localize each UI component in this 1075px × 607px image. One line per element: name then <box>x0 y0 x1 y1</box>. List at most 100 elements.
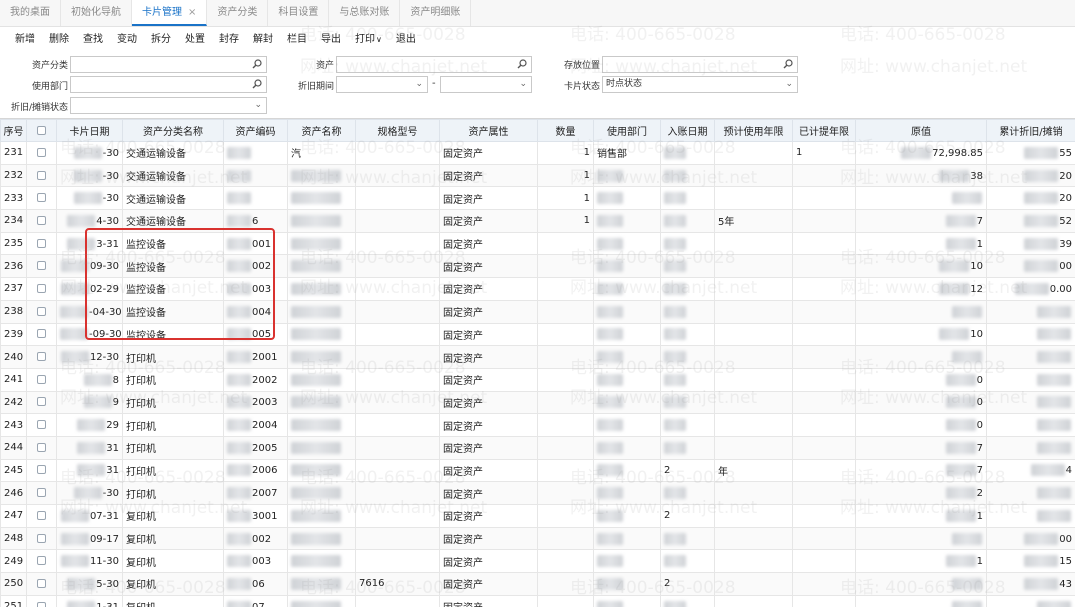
row-checkbox[interactable] <box>37 215 46 225</box>
table-row[interactable]: 241 8 打印机 2002 固定资产 0 <box>0 367 1075 392</box>
row-checkbox[interactable] <box>37 193 46 203</box>
row-checkbox[interactable] <box>37 283 46 293</box>
search-icon[interactable] <box>517 59 527 69</box>
column-header[interactable]: 使用部门 <box>593 119 661 142</box>
toolbar-button-10[interactable]: 打印∨ <box>348 30 389 50</box>
toolbar-button-1[interactable]: 删除 <box>42 30 76 50</box>
cell-category: 交通运输设备 <box>122 141 224 165</box>
row-checkbox[interactable] <box>37 238 46 248</box>
column-header[interactable]: 累计折旧/摊销 <box>986 119 1075 142</box>
table-row[interactable]: 237 02-29 监控设备 003 固定资产 12 0.00 <box>0 277 1075 301</box>
column-header[interactable]: 卡片日期 <box>56 119 123 142</box>
select-all-checkbox[interactable] <box>37 125 46 135</box>
select-all-checkbox-cell[interactable] <box>26 119 57 142</box>
toolbar-button-0[interactable]: 新增 <box>8 30 42 50</box>
row-checkbox[interactable] <box>37 578 46 588</box>
card-status-select[interactable]: 时点状态 ⌄ <box>602 76 798 93</box>
toolbar-button-6[interactable]: 封存 <box>212 30 246 50</box>
asset-field[interactable] <box>336 56 532 73</box>
asset-category-field[interactable] <box>70 56 267 73</box>
row-checkbox[interactable] <box>37 397 46 407</box>
table-row[interactable]: 233 -30 交通运输设备 固定资产 1 20 <box>0 186 1075 211</box>
row-checkbox[interactable] <box>37 170 46 180</box>
period-end-select[interactable]: ⌄ <box>440 76 532 93</box>
tab-4[interactable]: 科目设置 <box>268 0 330 26</box>
redacted-block <box>945 441 976 454</box>
search-icon[interactable] <box>783 59 793 69</box>
column-header[interactable]: 序号 <box>0 119 27 142</box>
column-header[interactable]: 资产属性 <box>439 119 538 142</box>
row-checkbox[interactable] <box>37 510 46 520</box>
department-field[interactable] <box>70 76 267 93</box>
tab-6[interactable]: 资产明细账 <box>400 0 472 26</box>
row-checkbox[interactable] <box>37 601 46 607</box>
column-header[interactable]: 数量 <box>537 119 594 142</box>
table-row[interactable]: 234 4-30 交通运输设备 6 固定资产 1 5年 7 52 <box>0 209 1075 233</box>
column-header[interactable]: 原值 <box>855 119 987 142</box>
toolbar-button-7[interactable]: 解封 <box>246 30 280 50</box>
row-checkbox[interactable] <box>37 488 46 498</box>
row-checkbox[interactable] <box>37 374 46 384</box>
table-row[interactable]: 248 09-17 复印机 002 固定资产 00 <box>0 526 1075 551</box>
column-header[interactable]: 入账日期 <box>660 119 715 142</box>
toolbar-button-9[interactable]: 导出 <box>314 30 348 50</box>
tab-3[interactable]: 资产分类 <box>207 0 269 26</box>
toolbar-button-3[interactable]: 变动 <box>110 30 144 50</box>
column-header[interactable]: 资产分类名称 <box>122 119 224 142</box>
row-checkbox[interactable] <box>37 147 46 157</box>
row-checkbox[interactable] <box>37 329 46 339</box>
row-checkbox[interactable] <box>37 556 46 566</box>
row-checkbox[interactable] <box>37 533 46 543</box>
row-checkbox[interactable] <box>37 261 46 271</box>
row-checkbox[interactable] <box>37 442 46 452</box>
tab-1[interactable]: 初始化导航 <box>61 0 132 26</box>
tab-2[interactable]: 卡片管理 × <box>132 0 208 26</box>
column-header[interactable]: 资产编码 <box>223 119 288 142</box>
row-checkbox[interactable] <box>37 352 46 362</box>
tab-0[interactable]: 我的桌面 <box>0 0 61 26</box>
column-header[interactable]: 预计使用年限 <box>714 119 793 142</box>
table-row[interactable]: 251 1-31 复印机 07 固定资产 <box>0 594 1075 607</box>
table-row[interactable]: 235 3-31 监控设备 001 固定资产 1 39 <box>0 231 1075 256</box>
cell-seq: 235 <box>0 231 27 256</box>
row-checkbox[interactable] <box>37 465 46 475</box>
column-header[interactable]: 已计提年限 <box>792 119 856 142</box>
toolbar-button-label: 栏目 <box>287 34 307 45</box>
tab-5[interactable]: 与总账对账 <box>329 0 401 26</box>
toolbar-button-5[interactable]: 处置 <box>178 30 212 50</box>
row-checkbox[interactable] <box>37 306 46 316</box>
table-row[interactable]: 232 -30 交通运输设备 固定资产 1 38 20 <box>0 163 1075 188</box>
table-row[interactable]: 249 11-30 复印机 003 固定资产 1 15 <box>0 549 1075 574</box>
table-row[interactable]: 239 -09-30 监控设备 005 固定资产 10 <box>0 322 1075 347</box>
table-row[interactable]: 247 07-31 复印机 3001 固定资产 2 1 <box>0 504 1075 528</box>
table-row[interactable]: 236 09-30 监控设备 002 固定资产 10 00 <box>0 254 1075 279</box>
column-header[interactable]: 资产名称 <box>287 119 356 142</box>
toolbar-button-2[interactable]: 查找 <box>76 30 110 50</box>
table-row[interactable]: 246 -30 打印机 2007 固定资产 2 <box>0 481 1075 505</box>
search-icon[interactable] <box>252 59 262 69</box>
period-start-select[interactable]: ⌄ <box>336 76 428 93</box>
toolbar-button-8[interactable]: 栏目 <box>280 30 314 50</box>
cell-date: 02-29 <box>56 277 123 301</box>
toolbar-button-4[interactable]: 拆分 <box>144 30 178 50</box>
table-row[interactable]: 231 -30 交通运输设备 汽 固定资产 1 销售部 1 72,998.85 55 <box>0 141 1075 165</box>
column-header[interactable]: 规格型号 <box>355 119 440 142</box>
cell-code: 6 <box>223 209 288 233</box>
toolbar-button-11[interactable]: 退出 <box>389 30 423 50</box>
table-row[interactable]: 238 -04-30 监控设备 004 固定资产 <box>0 299 1075 324</box>
chevron-down-icon: ⌄ <box>785 79 793 89</box>
table-row[interactable]: 245 31 打印机 2006 固定资产 2 年 7 4 <box>0 458 1075 483</box>
table-row[interactable]: 243 29 打印机 2004 固定资产 0 <box>0 413 1075 437</box>
cell-code: 07 <box>223 594 288 607</box>
close-icon[interactable]: × <box>188 7 196 18</box>
disposal-status-select[interactable]: ⌄ <box>70 97 267 114</box>
table-row[interactable]: 240 12-30 打印机 2001 固定资产 <box>0 345 1075 369</box>
table-row[interactable]: 242 9 打印机 2003 固定资产 0 <box>0 390 1075 415</box>
table-row[interactable]: 250 5-30 复印机 06 7616 固定资产 2 43 <box>0 572 1075 596</box>
table-row[interactable]: 244 31 打印机 2005 固定资产 7 <box>0 435 1075 460</box>
cell-text: -30 <box>102 170 119 182</box>
location-field[interactable] <box>602 56 798 73</box>
search-icon[interactable] <box>252 79 262 89</box>
row-checkbox[interactable] <box>37 420 46 430</box>
cell-acc: 20 <box>986 163 1075 188</box>
